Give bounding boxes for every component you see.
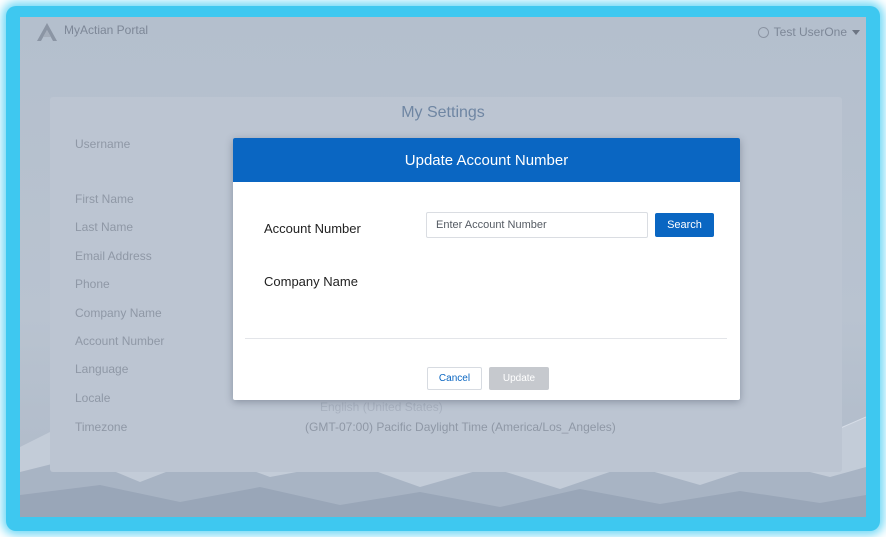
update-button[interactable]: Update <box>489 367 549 390</box>
user-menu[interactable]: Test UserOne <box>757 23 860 41</box>
timezone-value: (GMT-07:00) Pacific Daylight Time (Ameri… <box>305 420 616 434</box>
label-timezone: Timezone <box>75 420 128 434</box>
actian-logo-icon[interactable] <box>36 22 58 42</box>
modal-header: Update Account Number <box>233 138 740 182</box>
label-account-number: Account Number <box>75 334 165 348</box>
label-username: Username <box>75 137 131 151</box>
label-phone: Phone <box>75 277 110 291</box>
label-company-name: Company Name <box>75 306 162 320</box>
search-button[interactable]: Search <box>655 213 714 237</box>
label-locale: Locale <box>75 391 111 405</box>
top-bar: MyActian Portal Test UserOne <box>20 17 866 47</box>
modal-title: Update Account Number <box>404 151 569 169</box>
user-circle-icon <box>757 26 769 38</box>
caret-down-icon <box>852 29 860 35</box>
screenshot-frame: MyActian Portal Test UserOne My Settings… <box>0 0 886 537</box>
label-language: Language <box>75 362 129 376</box>
account-number-label: Account Number <box>264 221 361 236</box>
modal-divider <box>245 338 727 339</box>
locale-value: English (United States) <box>320 400 443 414</box>
app-screen: MyActian Portal Test UserOne My Settings… <box>20 17 866 517</box>
label-first-name: First Name <box>75 192 134 206</box>
update-account-modal: Update Account Number Account Number Sea… <box>233 138 740 400</box>
settings-title: My Settings <box>401 104 485 121</box>
cancel-button[interactable]: Cancel <box>427 367 482 390</box>
label-last-name: Last Name <box>75 220 134 234</box>
account-number-input[interactable] <box>426 212 648 238</box>
app-title[interactable]: MyActian Portal <box>64 23 148 37</box>
label-email-address: Email Address <box>75 249 152 263</box>
user-name: Test UserOne <box>773 25 847 39</box>
company-name-label: Company Name <box>264 274 358 289</box>
